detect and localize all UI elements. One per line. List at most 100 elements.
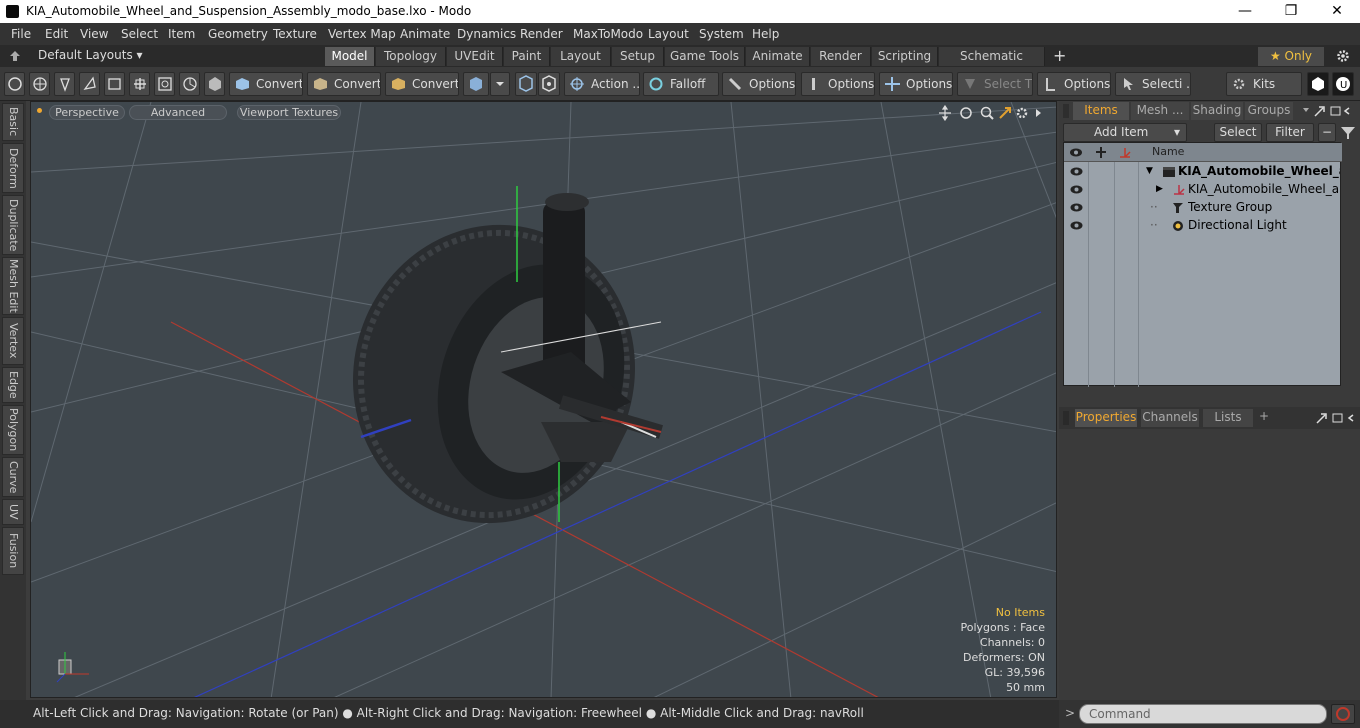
properties-options-icons[interactable] (1313, 411, 1357, 425)
side-tab-mesh-edit[interactable]: Mesh Edit (2, 257, 24, 315)
default-layouts-dropdown[interactable]: Default Layouts ▾ (0, 45, 160, 67)
tab-animate[interactable]: Animate (746, 47, 810, 66)
funnel-filter-icon[interactable] (1340, 125, 1356, 141)
settings-gear-icon[interactable] (1336, 49, 1350, 63)
menu-item[interactable]: Item (168, 27, 195, 41)
add-tab-button[interactable]: + (1053, 46, 1066, 65)
menu-layout[interactable]: Layout (648, 27, 689, 41)
item-row-mesh[interactable]: ▶ KIA_Automobile_Wheel_and... (1064, 181, 1342, 199)
tab-shading[interactable]: Shading (1191, 102, 1243, 120)
tab-lists[interactable]: Lists (1203, 409, 1253, 427)
falloff-button[interactable]: Falloff (643, 72, 719, 96)
record-macro-button[interactable] (1331, 704, 1355, 724)
expanded-triangle-icon[interactable]: ▼ (1146, 163, 1153, 180)
convert-button-3[interactable]: Convert (385, 72, 459, 96)
command-input[interactable]: Command (1079, 704, 1327, 724)
perspective-dropdown[interactable]: Perspective (49, 105, 125, 120)
sel-center-icon[interactable] (154, 72, 175, 96)
close-button[interactable]: ✕ (1314, 0, 1360, 23)
menu-view[interactable]: View (80, 27, 108, 41)
add-tab-button[interactable]: + (1259, 409, 1269, 423)
advanced-dropdown[interactable]: Advanced (129, 105, 227, 120)
side-tab-curve[interactable]: Curve (2, 457, 24, 497)
falloff-options-button[interactable]: Options (722, 72, 796, 96)
side-tab-duplicate[interactable]: Duplicate (2, 195, 24, 255)
symmetry-icon[interactable] (515, 72, 537, 96)
tab-properties[interactable]: Properties (1075, 409, 1137, 427)
visibility-eye-icon[interactable] (1070, 202, 1083, 213)
tab-model[interactable]: Model (325, 47, 375, 66)
item-list-resize-handle[interactable] (1063, 387, 1341, 399)
convert-button-2[interactable]: Convert (307, 72, 381, 96)
sel-pivot-icon[interactable] (129, 72, 150, 96)
item-row-scene[interactable]: ▼ KIA_Automobile_Wheel_a... (1064, 163, 1342, 181)
select-through-button[interactable]: Select T... (957, 72, 1033, 96)
side-tab-polygon[interactable]: Polygon (2, 405, 24, 455)
sel-globe-icon[interactable] (29, 72, 50, 96)
panel-options-icons[interactable] (1301, 104, 1357, 118)
select-button[interactable]: Select (1214, 123, 1262, 142)
add-item-button[interactable]: Add Item ▾ (1063, 123, 1187, 142)
selection-sets-button[interactable]: Selecti ... (1115, 72, 1191, 96)
unity-icon[interactable] (1307, 72, 1329, 96)
menu-maxtomodo[interactable]: MaxToModo (573, 27, 643, 41)
options-button-4[interactable]: Options (1037, 72, 1111, 96)
item-row-texture-group[interactable]: ·· Texture Group (1064, 199, 1342, 217)
side-tab-vertex[interactable]: Vertex (2, 317, 24, 365)
unreal-icon[interactable]: U (1332, 72, 1354, 96)
side-tab-fusion[interactable]: Fusion (2, 527, 24, 575)
3d-viewport[interactable]: Perspective Advanced Viewport Textures N… (30, 101, 1057, 698)
viewport-textures-dropdown[interactable]: Viewport Textures (237, 105, 341, 120)
only-toggle[interactable]: ★ Only (1258, 47, 1324, 66)
tab-channels[interactable]: Channels (1141, 409, 1199, 427)
tab-setup[interactable]: Setup (612, 47, 664, 66)
sel-shape-icon[interactable] (204, 72, 225, 96)
menu-system[interactable]: System (699, 27, 744, 41)
menu-geometry[interactable]: Geometry (208, 27, 268, 41)
collapsed-triangle-icon[interactable]: ▶ (1156, 181, 1163, 198)
maximize-button[interactable]: ❐ (1268, 0, 1314, 23)
sel-items-icon[interactable] (104, 72, 125, 96)
options-button-2[interactable]: Options (801, 72, 875, 96)
menu-dynamics[interactable]: Dynamics (457, 27, 516, 41)
lock-icon[interactable] (1094, 146, 1108, 159)
action-center-button[interactable]: Action ... (564, 72, 640, 96)
visibility-eye-icon[interactable] (1070, 220, 1083, 231)
reference-axis-icon[interactable] (1118, 146, 1132, 159)
menu-file[interactable]: File (11, 27, 31, 41)
tab-layout[interactable]: Layout (551, 47, 611, 66)
visibility-eye-icon[interactable] (1070, 184, 1083, 195)
tab-items[interactable]: Items (1073, 102, 1129, 120)
visibility-eye-icon[interactable] (1070, 166, 1083, 177)
tab-render[interactable]: Render (811, 47, 871, 66)
menu-texture[interactable]: Texture (273, 27, 317, 41)
side-tab-uv[interactable]: UV (2, 499, 24, 525)
name-column-header[interactable]: Name (1152, 145, 1184, 158)
tab-topology[interactable]: Topology (376, 47, 446, 66)
side-tab-edge[interactable]: Edge (2, 367, 24, 403)
convert-button-1[interactable]: Convert (229, 72, 303, 96)
options-button-3[interactable]: Options (879, 72, 953, 96)
side-tab-deform[interactable]: Deform (2, 143, 24, 193)
snapping-icon[interactable] (538, 72, 560, 96)
item-row-directional-light[interactable]: ·· Directional Light (1064, 217, 1342, 235)
sel-vertices-icon[interactable] (4, 72, 25, 96)
menu-edit[interactable]: Edit (45, 27, 68, 41)
tab-schematic-fusion[interactable]: Schematic Fusion (939, 47, 1045, 81)
tab-mesh[interactable]: Mesh ... (1131, 102, 1189, 120)
sel-material-icon[interactable] (179, 72, 200, 96)
tab-scripting[interactable]: Scripting (872, 47, 938, 66)
sel-edges-icon[interactable] (54, 72, 75, 96)
tab-uvedit[interactable]: UVEdit (447, 47, 503, 66)
minimize-button[interactable]: — (1222, 0, 1268, 23)
tab-game-tools[interactable]: Game Tools (665, 47, 745, 66)
sel-polygons-icon[interactable] (79, 72, 100, 96)
chevron-down-icon[interactable] (490, 72, 510, 96)
menu-vertex-map[interactable]: Vertex Map (328, 27, 396, 41)
mesh-cube-icon[interactable] (463, 72, 489, 96)
viewport-nav-icons[interactable] (937, 105, 1047, 121)
viewport-menu-dot[interactable] (37, 108, 42, 113)
tab-groups[interactable]: Groups (1245, 102, 1293, 120)
tab-paint[interactable]: Paint (504, 47, 550, 66)
filter-button[interactable]: Filter (1266, 123, 1314, 142)
